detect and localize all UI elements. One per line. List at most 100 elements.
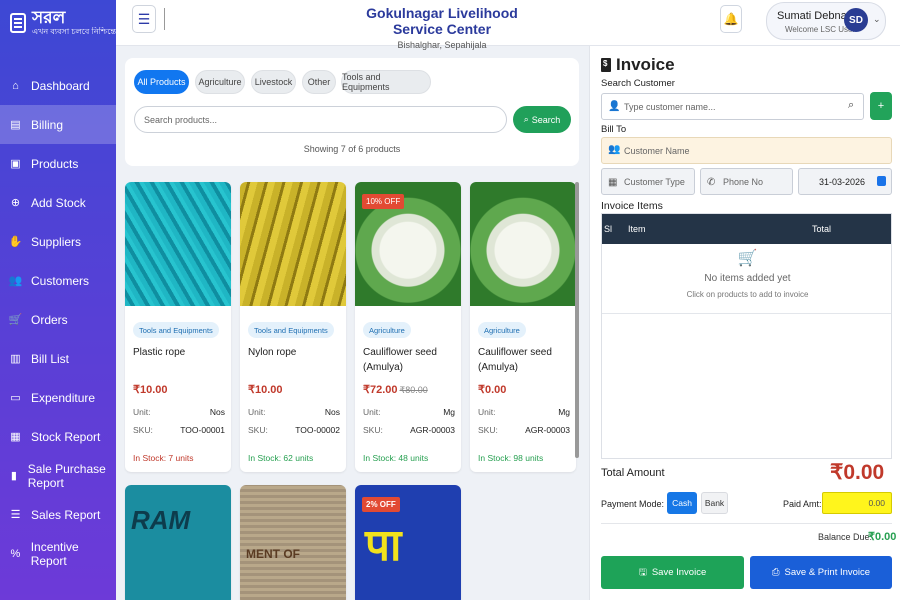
add-customer-button[interactable]: + (870, 92, 892, 120)
product-image: 2% OFF पा (355, 485, 461, 600)
sidebar-item-sales-report[interactable]: ☰ Sales Report (0, 495, 116, 534)
product-image: RAM (125, 485, 231, 600)
customer-search-input[interactable]: Type customer name... (601, 93, 864, 120)
percent-icon: % (10, 547, 21, 560)
chevron-down-icon: ⌄ (873, 14, 881, 24)
filter-chip-other[interactable]: Other (302, 70, 336, 94)
sidebar-item-expenditure[interactable]: ▭ Expenditure (0, 378, 116, 417)
user-role: Welcome LSC User (785, 25, 856, 34)
product-card[interactable]: MENT OF (240, 485, 346, 600)
sidebar-item-label: Expenditure (31, 390, 96, 405)
save-invoice-button[interactable]: 🖫 Save Invoice (601, 556, 744, 589)
sidebar-item-sale-purchase-report[interactable]: ▮ Sale Purchase Report (0, 456, 116, 495)
product-grid: Tools and Equipments Plastic rope ₹10.00… (124, 180, 580, 600)
sidebar-item-label: Billing (31, 117, 64, 132)
image-text: पा (365, 521, 402, 570)
page-title: Gokulnagar Livelihood Service Center (366, 5, 518, 37)
phone-icon: ✆ (707, 177, 716, 188)
product-name: Cauliflower seed (Amulya) (363, 347, 437, 373)
top-bar: ☰ Gokulnagar Livelihood Service Center B… (116, 0, 900, 50)
menu-toggle-button[interactable]: ☰ (132, 5, 156, 33)
unit-row: Unit: Nos (248, 407, 340, 417)
save-icon: 🖫 (638, 566, 647, 578)
bell-icon: 🔔 (723, 12, 739, 26)
sidebar: সরল এখন ব্যবসা চলবে নিশ্চিন্তে ⌂ Dashboar… (0, 0, 116, 600)
payment-bank-button[interactable]: Bank (701, 492, 728, 514)
user-menu[interactable]: Sumati Debnath Welcome LSC User SD ⌄ (766, 2, 886, 40)
stock-status: In Stock: 62 units (248, 453, 314, 463)
sidebar-item-label: Sale Purchase Report (27, 461, 106, 490)
sidebar-item-orders[interactable]: 🛒 Orders (0, 300, 116, 339)
paid-amount-label: Paid Amt: (783, 499, 822, 509)
balance-due-value: ₹0.00 (868, 531, 897, 543)
users-icon: 👥 (608, 144, 621, 155)
product-card[interactable]: 10% OFF Agriculture Cauliflower seed (Am… (355, 182, 461, 472)
filter-chip-livestock[interactable]: Livestock (251, 70, 296, 94)
image-text: RAM (131, 505, 191, 535)
search-icon[interactable]: ⌕ (848, 99, 854, 112)
sidebar-item-bill-list[interactable]: ▥ Bill List (0, 339, 116, 378)
avatar: SD (844, 8, 868, 32)
unit-row: Unit: Nos (133, 407, 225, 417)
list-icon: ☰ (10, 509, 21, 521)
sidebar-item-dashboard[interactable]: ⌂ Dashboard (0, 66, 116, 105)
product-search-input[interactable]: Search products... (134, 106, 507, 133)
register-icon (10, 13, 26, 33)
product-search-button[interactable]: ⌕ Search (513, 106, 571, 133)
unit-row: Unit: Mg (478, 407, 570, 417)
id-card-icon: ▦ (608, 177, 618, 188)
discount-badge: 10% OFF (362, 194, 405, 209)
paid-amount-input[interactable]: 0.00 (822, 492, 892, 514)
total-label: Total Amount (601, 467, 665, 479)
invoice-icon (601, 58, 611, 72)
sidebar-item-stock-report[interactable]: ▦ Stock Report (0, 417, 116, 456)
sidebar-item-label: Customers (31, 273, 90, 288)
cart-icon: 🛒 (737, 250, 758, 267)
filter-chip-all[interactable]: All Products (134, 70, 189, 94)
receipt-icon: ▥ (10, 353, 21, 365)
brand-logo[interactable]: সরল এখন ব্যবসা চলবে নিশ্চিন্তে (0, 0, 116, 46)
cart-icon: 🛒 (8, 314, 23, 326)
category-badge: Tools and Equipments (133, 322, 219, 338)
product-image: MENT OF (240, 485, 346, 600)
page-subtitle: Bishalghar, Sepahijala (397, 40, 487, 50)
product-price: ₹10.00 (133, 384, 168, 396)
payment-cash-button[interactable]: Cash (667, 492, 697, 514)
sidebar-item-billing[interactable]: ▤ Billing (0, 105, 116, 144)
product-card[interactable]: 2% OFF पा (355, 485, 461, 600)
divider (601, 523, 892, 524)
billing-icon: ▤ (10, 119, 21, 131)
sidebar-item-customers[interactable]: 👥 Customers (0, 261, 116, 300)
sidebar-item-label: Orders (31, 312, 68, 327)
product-name: Plastic rope (133, 347, 186, 358)
balance-due-label: Balance Due: (818, 532, 873, 542)
sidebar-item-label: Dashboard (31, 78, 90, 93)
plus-circle-icon: ⊕ (10, 197, 21, 209)
sidebar-item-incentive-report[interactable]: % Incentive Report (0, 534, 116, 573)
sku-row: SKU: TOO-00002 (248, 425, 340, 435)
sidebar-item-suppliers[interactable]: ✋ Suppliers (0, 222, 116, 261)
calendar-icon[interactable] (877, 176, 886, 186)
filter-chip-tools[interactable]: Tools and Equipments (341, 70, 431, 94)
product-image (125, 182, 231, 306)
product-card[interactable]: Tools and Equipments Plastic rope ₹10.00… (125, 182, 231, 472)
empty-hint: Click on products to add to invoice (686, 290, 809, 299)
invoice-items-table: Sl Item Total 🛒 No items added yet Click… (601, 213, 892, 459)
add-user-icon: + (877, 100, 885, 112)
product-card[interactable]: RAM (125, 485, 231, 600)
notifications-button[interactable]: 🔔 (720, 5, 742, 33)
sidebar-item-products[interactable]: ▣ Products (0, 144, 116, 183)
filter-chip-agriculture[interactable]: Agriculture (195, 70, 245, 94)
product-card[interactable]: Tools and Equipments Nylon rope ₹10.00 U… (240, 182, 346, 472)
save-print-invoice-button[interactable]: ⎙ Save & Print Invoice (750, 556, 892, 589)
product-image (470, 182, 576, 306)
product-scrollbar[interactable] (575, 182, 579, 458)
customer-name-field[interactable]: Customer Name (601, 137, 892, 164)
product-card[interactable]: Agriculture Cauliflower seed (Amulya) ₹0… (470, 182, 576, 472)
sidebar-nav: ⌂ Dashboard ▤ Billing ▣ Products ⊕ Add Stock ✋ Su… (0, 66, 116, 573)
empty-title: No items added yet (704, 273, 791, 284)
product-image: 10% OFF (355, 182, 461, 306)
sidebar-item-add-stock[interactable]: ⊕ Add Stock (0, 183, 116, 222)
stock-status: In Stock: 98 units (478, 453, 544, 463)
total-amount: ₹0.00 (830, 461, 885, 484)
